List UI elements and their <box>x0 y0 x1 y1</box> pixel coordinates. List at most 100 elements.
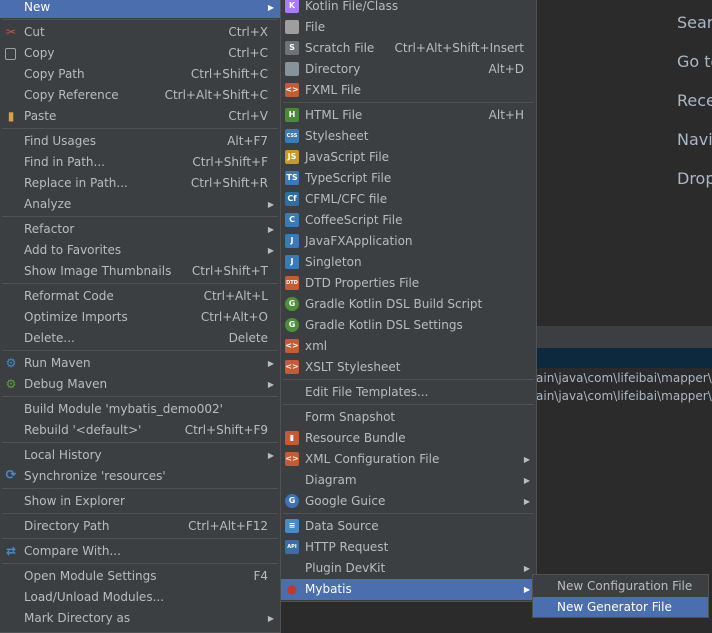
new-item-form-snapshot[interactable]: Form Snapshot <box>281 407 536 428</box>
submenu-arrow-icon: ▶ <box>267 380 274 389</box>
shortcut-label: Ctrl+Alt+O <box>200 310 268 324</box>
menu-item-local-history[interactable]: Local History ▶ <box>0 445 280 466</box>
menu-item-run-maven[interactable]: ⚙ Run Maven ▶ <box>0 353 280 374</box>
menu-item-compare-with[interactable]: ⇄ Compare With... <box>0 541 280 562</box>
menu-item-add-to-favorites[interactable]: Add to Favorites ▶ <box>0 240 280 261</box>
new-item-stylesheet[interactable]: CSS Stylesheet <box>281 126 536 147</box>
menu-item-copy-reference[interactable]: Copy Reference Ctrl+Alt+Shift+C <box>0 85 280 106</box>
shortcut-label: Ctrl+C <box>228 46 268 60</box>
menu-item-label: FXML File <box>305 83 362 97</box>
menu-item-label: Directory <box>305 62 361 76</box>
editor-hint-1: Go to <box>677 52 712 71</box>
shortcut-label: Ctrl+Shift+R <box>190 176 268 190</box>
new-item-gradle-kotlin-dsl-build-script[interactable]: G Gradle Kotlin DSL Build Script <box>281 294 536 315</box>
menu-item-reformat-code[interactable]: Reformat Code Ctrl+Alt+L <box>0 286 280 307</box>
menu-separator <box>2 283 278 284</box>
menu-item-label: Build Module 'mybatis_demo002' <box>24 402 223 416</box>
menu-item-label: Resource Bundle <box>305 431 406 445</box>
new-item-google-guice[interactable]: G Google Guice ▶ <box>281 491 536 512</box>
new-item-coffeescript-file[interactable]: C CoffeeScript File <box>281 210 536 231</box>
new-item-directory[interactable]: Directory Alt+D <box>281 59 536 80</box>
shortcut-label: Ctrl+Shift+C <box>190 67 268 81</box>
menu-item-delete[interactable]: Delete... Delete <box>0 328 280 349</box>
new-item-kotlin-file-class[interactable]: K Kotlin File/Class <box>281 0 536 17</box>
new-item-dtd-properties-file[interactable]: DTD DTD Properties File <box>281 273 536 294</box>
new-item-data-source[interactable]: ≡ Data Source <box>281 516 536 537</box>
new-item-xml[interactable]: <> xml <box>281 336 536 357</box>
menu-item-label: New Generator File <box>557 600 672 614</box>
new-item-resource-bundle[interactable]: ▮ Resource Bundle <box>281 428 536 449</box>
menu-item-find-usages[interactable]: Find Usages Alt+F7 <box>0 131 280 152</box>
menu-item-build-module-mybatis-demo002[interactable]: Build Module 'mybatis_demo002' <box>0 399 280 420</box>
new-item-http-request[interactable]: API HTTP Request <box>281 537 536 558</box>
new-item-html-file[interactable]: H HTML File Alt+H <box>281 105 536 126</box>
menu-separator <box>283 102 534 103</box>
scratch-file-icon: S <box>285 41 299 55</box>
new-item-mybatis[interactable]: ● Mybatis ▶ <box>281 579 536 600</box>
xml-icon: <> <box>285 339 299 353</box>
shortcut-label: Ctrl+Shift+F <box>192 155 268 169</box>
menu-item-label: Load/Unload Modules... <box>24 590 165 604</box>
console-line: ain\java\com\lifeibai\mapper\C <box>536 389 712 403</box>
submenu-arrow-icon: ▶ <box>267 359 274 368</box>
new-item-singleton[interactable]: J Singleton <box>281 252 536 273</box>
mybatis-item-new-generator-file[interactable]: New Generator File <box>533 597 708 617</box>
menu-item-debug-maven[interactable]: ⚙ Debug Maven ▶ <box>0 374 280 395</box>
shortcut-label: F4 <box>253 569 268 583</box>
shortcut-label: Ctrl+Alt+Shift+C <box>164 88 268 102</box>
new-item-file[interactable]: File <box>281 17 536 38</box>
menu-item-synchronize-resources[interactable]: ⟳ Synchronize 'resources' <box>0 466 280 487</box>
menu-item-paste[interactable]: ▮ Paste Ctrl+V <box>0 106 280 127</box>
submenu-arrow-icon: ▶ <box>523 455 530 464</box>
menu-item-new[interactable]: New ▶ <box>0 0 280 18</box>
javafx-icon: J <box>285 234 299 248</box>
new-item-javafxapplication[interactable]: J JavaFXApplication <box>281 231 536 252</box>
menu-item-optimize-imports[interactable]: Optimize Imports Ctrl+Alt+O <box>0 307 280 328</box>
new-item-fxml-file[interactable]: <> FXML File <box>281 80 536 101</box>
mybatis-item-new-configuration-file[interactable]: New Configuration File <box>533 576 708 597</box>
menu-item-label: TypeScript File <box>305 171 392 185</box>
submenu-arrow-icon: ▶ <box>267 246 274 255</box>
cfml-icon: Cf <box>285 192 299 206</box>
new-item-plugin-devkit[interactable]: Plugin DevKit ▶ <box>281 558 536 579</box>
menu-item-replace-in-path[interactable]: Replace in Path... Ctrl+Shift+R <box>0 173 280 194</box>
menu-item-label: Form Snapshot <box>305 410 396 424</box>
menu-item-analyze[interactable]: Analyze ▶ <box>0 194 280 215</box>
shortcut-label: Ctrl+X <box>228 25 268 39</box>
new-item-javascript-file[interactable]: JS JavaScript File <box>281 147 536 168</box>
menu-item-label: Cut <box>24 25 45 39</box>
new-item-xslt-stylesheet[interactable]: <> XSLT Stylesheet <box>281 357 536 378</box>
menu-item-label: CFML/CFC file <box>305 192 388 206</box>
menu-item-label: Show Image Thumbnails <box>24 264 172 278</box>
menu-item-label: CoffeeScript File <box>305 213 403 227</box>
menu-item-show-image-thumbnails[interactable]: Show Image Thumbnails Ctrl+Shift+T <box>0 261 280 282</box>
file-icon <box>285 20 299 34</box>
new-item-diagram[interactable]: Diagram ▶ <box>281 470 536 491</box>
maven-run-icon: ⚙ <box>5 356 17 370</box>
menu-item-label: HTTP Request <box>305 540 389 554</box>
new-item-typescript-file[interactable]: TS TypeScript File <box>281 168 536 189</box>
new-item-xml-configuration-file[interactable]: <> XML Configuration File ▶ <box>281 449 536 470</box>
copy-icon <box>5 48 16 60</box>
menu-item-cut[interactable]: ✂ Cut Ctrl+X <box>0 22 280 43</box>
menu-item-copy[interactable]: Copy Ctrl+C <box>0 43 280 64</box>
menu-item-find-in-path[interactable]: Find in Path... Ctrl+Shift+F <box>0 152 280 173</box>
menu-item-load-unload-modules[interactable]: Load/Unload Modules... <box>0 587 280 608</box>
new-item-edit-file-templates[interactable]: Edit File Templates... <box>281 382 536 403</box>
compare-icon: ⇄ <box>5 544 17 558</box>
menu-item-refactor[interactable]: Refactor ▶ <box>0 219 280 240</box>
menu-item-label: Paste <box>24 109 57 123</box>
menu-item-open-module-settings[interactable]: Open Module Settings F4 <box>0 566 280 587</box>
menu-item-label: Replace in Path... <box>24 176 128 190</box>
menu-item-label: HTML File <box>305 108 363 122</box>
menu-item-directory-path[interactable]: Directory Path Ctrl+Alt+F12 <box>0 516 280 537</box>
new-item-scratch-file[interactable]: S Scratch File Ctrl+Alt+Shift+Insert <box>281 38 536 59</box>
new-item-gradle-kotlin-dsl-settings[interactable]: G Gradle Kotlin DSL Settings <box>281 315 536 336</box>
editor-hint-0: Searc <box>677 13 712 32</box>
new-item-cfml-cfc-file[interactable]: Cf CFML/CFC file <box>281 189 536 210</box>
menu-item-rebuild-default[interactable]: Rebuild '<default>' Ctrl+Shift+F9 <box>0 420 280 441</box>
submenu-arrow-icon: ▶ <box>523 476 530 485</box>
menu-item-label: XSLT Stylesheet <box>305 360 401 374</box>
menu-item-show-in-explorer[interactable]: Show in Explorer <box>0 491 280 512</box>
menu-item-copy-path[interactable]: Copy Path Ctrl+Shift+C <box>0 64 280 85</box>
